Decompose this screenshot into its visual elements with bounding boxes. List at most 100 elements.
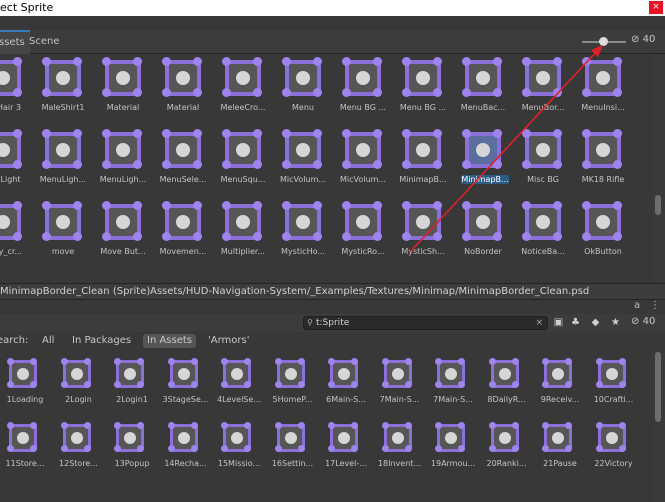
sprite-item[interactable]: 14Recha... (158, 414, 211, 478)
sprite-item[interactable]: 12Store... (51, 414, 104, 478)
filter-armors-folder[interactable]: 'Armors' (208, 332, 249, 350)
sprite-item[interactable]: Move But... (91, 193, 151, 265)
filter-in-packages[interactable]: In Packages (72, 332, 131, 350)
sprite-item[interactable]: Menu BG ... (391, 55, 451, 121)
sprite-item[interactable]: move (31, 193, 91, 265)
sprite-item[interactable]: 1Loading (0, 350, 50, 414)
sprite-item[interactable]: aleHair 3 (0, 55, 31, 121)
hidden-count-bottom[interactable]: ⊘ 40 (631, 316, 655, 327)
more-menu-icon[interactable]: ⋮ (650, 300, 660, 311)
sprite-item[interactable]: 8DailyR... (479, 350, 532, 414)
sprite-thumbnail-dot (356, 71, 370, 85)
sprite-item[interactable]: odify_cr... (0, 193, 31, 265)
sprite-item[interactable]: 10Crafti... (586, 350, 639, 414)
sprite-item[interactable]: 6Main-S... (318, 350, 371, 414)
sprite-thumbnail-icon (222, 201, 261, 240)
tab-scene[interactable]: Scene (24, 30, 65, 54)
filter-all[interactable]: All (42, 332, 54, 350)
sprite-item[interactable]: MysticHo... (271, 193, 331, 265)
sprite-item[interactable]: 11Store... (0, 414, 50, 478)
eye-slash-icon: ⊘ (631, 316, 640, 327)
sprite-item[interactable]: MenuInsi... (571, 55, 631, 121)
search-by-type-icon[interactable]: ▣ (552, 316, 565, 329)
sprite-label: 8DailyR... (487, 395, 526, 404)
sprite-item[interactable]: 13Popup (104, 414, 157, 478)
filter-in-assets[interactable]: In Assets (143, 334, 197, 348)
clear-search-icon[interactable]: × (535, 317, 543, 329)
sprite-item[interactable]: Material (91, 55, 151, 121)
sprite-thumbnail-icon (488, 358, 519, 388)
search-by-label-icon[interactable]: ♣ (569, 316, 582, 329)
sprite-item[interactable]: MenuBor... (511, 55, 571, 121)
sprite-item[interactable]: MysticSh... (391, 193, 451, 265)
sprite-item[interactable]: 5HomeP... (265, 350, 318, 414)
sprite-item[interactable]: 4LevelSe... (211, 350, 264, 414)
sprite-item[interactable]: Material (151, 55, 211, 121)
sprite-thumbnail-dot (338, 432, 350, 444)
sprite-label: 18Invent... (377, 459, 422, 468)
sprite-item[interactable]: enuLight (0, 121, 31, 193)
sprite-item[interactable]: MicVolum... (331, 121, 391, 193)
sprite-item[interactable]: MenuBac... (451, 55, 511, 121)
sprite-item[interactable]: MaleShirt1 (31, 55, 91, 121)
sprite-label: MenuSele... (159, 175, 207, 184)
sprite-item[interactable]: 7Main-S... (372, 350, 425, 414)
sprite-item[interactable]: Movemen... (151, 193, 211, 265)
sprite-item[interactable]: MenuLigh... (91, 121, 151, 193)
sprite-item[interactable]: 22Victory (586, 414, 639, 478)
sprite-item[interactable]: MinimapB... (451, 121, 511, 193)
sprite-thumbnail-icon (522, 129, 561, 168)
sprite-item[interactable]: 3StageSe... (158, 350, 211, 414)
favorite-star-icon[interactable]: ★ (609, 316, 622, 329)
top-grid-scrollbar[interactable] (652, 55, 665, 283)
tag-icon[interactable]: ◆ (589, 316, 602, 329)
hidden-count[interactable]: ⊘ 40 (631, 34, 655, 45)
sprite-item[interactable]: Multiplier... (211, 193, 271, 265)
search-input[interactable]: ⚲ t:Sprite × (303, 316, 548, 330)
sprite-item[interactable]: Misc BG (511, 121, 571, 193)
bottom-grid-scrollbar[interactable] (652, 350, 665, 502)
sprite-thumbnail-icon (582, 129, 621, 168)
zoom-slider-thumb[interactable] (599, 37, 608, 46)
sprite-item[interactable]: MinimapB... (391, 121, 451, 193)
sprite-item[interactable]: 15Missio... (211, 414, 264, 478)
search-value: t:Sprite (316, 318, 350, 328)
sprite-item[interactable]: MenuLigh... (31, 121, 91, 193)
lock-icon[interactable]: a (634, 300, 640, 311)
sprite-item[interactable]: OkButton (571, 193, 631, 265)
sprite-item[interactable]: 2Login1 (104, 350, 157, 414)
sprite-item[interactable]: MicVolum... (271, 121, 331, 193)
sprite-item[interactable]: MeleeCro... (211, 55, 271, 121)
sprite-thumbnail-dot (338, 368, 350, 380)
sprite-item[interactable]: 7Main-S... (425, 350, 478, 414)
sprite-item[interactable]: MenuSqu... (211, 121, 271, 193)
sprite-item[interactable]: MenuSele... (151, 121, 211, 193)
sprite-item[interactable]: MysticRo... (331, 193, 391, 265)
sprite-item[interactable]: 17Level-... (318, 414, 371, 478)
sprite-thumbnail-icon (342, 57, 381, 96)
sprite-item[interactable]: 21Pause (532, 414, 585, 478)
sprite-thumbnail-icon (0, 60, 21, 96)
sprite-thumbnail-icon (522, 57, 561, 96)
sprite-thumbnail-dot (0, 71, 10, 85)
sprite-label: MysticSh... (401, 247, 445, 256)
sprite-label: 3StageSe... (162, 395, 209, 404)
sprite-item[interactable]: 2Login (51, 350, 104, 414)
sprite-thumbnail-dot (176, 215, 190, 229)
sprite-item[interactable]: 20Ranki... (479, 414, 532, 478)
sprite-item[interactable]: NoBorder (451, 193, 511, 265)
top-grid-scroll-thumb[interactable] (655, 195, 661, 215)
sprite-item[interactable]: 16Settin... (265, 414, 318, 478)
sprite-item[interactable]: Menu (271, 55, 331, 121)
sprite-item[interactable]: 9Receiv... (532, 350, 585, 414)
sprite-item[interactable]: MK18 Rifle (571, 121, 631, 193)
sprite-item[interactable]: 19Armou... (425, 414, 478, 478)
close-button[interactable]: × (649, 1, 663, 14)
sprite-item[interactable]: NoticeBa... (511, 193, 571, 265)
sprite-item[interactable]: 18Invent... (372, 414, 425, 478)
sprite-item[interactable]: Menu BG ... (331, 55, 391, 121)
sprite-thumbnail-icon (221, 422, 251, 452)
bottom-grid-scroll-thumb[interactable] (655, 352, 661, 422)
sprite-thumbnail-dot (552, 368, 564, 380)
sprite-thumbnail-dot (296, 143, 310, 157)
